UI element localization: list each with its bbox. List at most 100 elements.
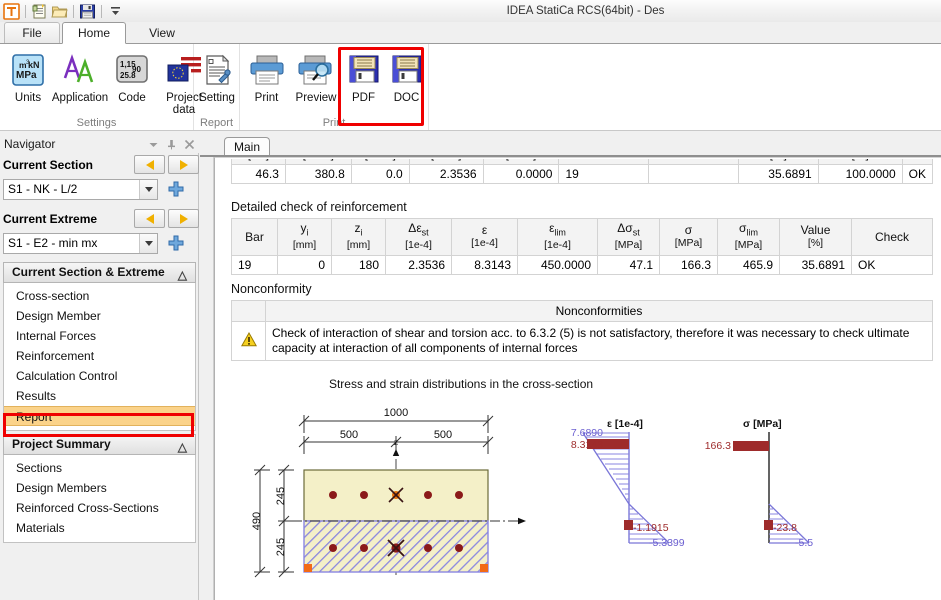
chevron-up-icon[interactable]: △ bbox=[178, 438, 187, 457]
dropdown-icon[interactable] bbox=[148, 139, 159, 150]
sidebar-item-materials[interactable]: Materials bbox=[4, 518, 195, 538]
qat-separator-2 bbox=[73, 5, 74, 18]
ribbon-tab-file[interactable]: File bbox=[4, 22, 60, 44]
summary-cell-9: OK bbox=[902, 165, 932, 184]
ribbon-button-doc[interactable]: DOC bbox=[385, 46, 428, 104]
current-section-select[interactable]: S1 - NK - L/2 bbox=[3, 179, 158, 200]
application-icon bbox=[61, 50, 99, 90]
print-preview-icon bbox=[297, 50, 335, 90]
current-extreme-next-button[interactable] bbox=[168, 209, 199, 228]
ribbon-button-units-label: Units bbox=[15, 92, 41, 104]
cell-sigma-lim: 465.9 bbox=[718, 256, 780, 275]
sidebar-item-report[interactable]: Report bbox=[4, 406, 195, 426]
chevron-down-icon bbox=[145, 241, 153, 246]
col-eps-lim-unit: [1e-4] bbox=[522, 239, 593, 252]
current-extreme-dropdown-arrow[interactable] bbox=[139, 234, 157, 253]
ribbon-button-application[interactable]: Application bbox=[54, 46, 106, 116]
sidebar-item-internal-forces[interactable]: Internal Forces bbox=[4, 326, 195, 346]
current-extreme-prev-button[interactable] bbox=[134, 209, 165, 228]
cell-check: OK bbox=[852, 256, 933, 275]
col-eps-lim-sub: lim bbox=[554, 227, 566, 237]
qat-separator-3 bbox=[101, 5, 102, 18]
strain-value-top-limit: 7.6890 bbox=[571, 427, 603, 439]
navigator-group-1-body: Cross-section Design Member Internal For… bbox=[3, 283, 196, 431]
navigator-title-bar: Navigator bbox=[0, 136, 199, 153]
navigator-group-project-summary-header[interactable]: Project Summary △ bbox=[3, 434, 196, 455]
left-arrow-icon bbox=[146, 214, 154, 224]
sidebar-item-calculation-control[interactable]: Calculation Control bbox=[4, 366, 195, 386]
sidebar-item-cross-section[interactable]: Cross-section bbox=[4, 286, 195, 306]
ribbon-group-report-label: Report bbox=[194, 117, 239, 129]
sidebar-item-sections[interactable]: Sections bbox=[4, 458, 195, 478]
open-project-icon[interactable] bbox=[51, 3, 68, 20]
current-extreme-select[interactable]: S1 - E2 - min mx bbox=[3, 233, 158, 254]
current-section-prev-button[interactable] bbox=[134, 155, 165, 174]
col-delta-sigma-st-sub: st bbox=[633, 227, 640, 237]
summary-cell-3: 2.3536 bbox=[409, 165, 483, 184]
summary-cell-6 bbox=[649, 165, 739, 184]
save-pdf-icon bbox=[347, 50, 381, 90]
tab-main[interactable]: Main bbox=[224, 137, 270, 156]
report-page: [kN] [kNm] [kNm] [1e-4] [1e-4] [%] [%] bbox=[214, 157, 941, 600]
current-section-dropdown-arrow[interactable] bbox=[139, 180, 157, 199]
sidebar-item-design-member[interactable]: Design Member bbox=[4, 306, 195, 326]
app-logo-icon[interactable] bbox=[3, 3, 20, 20]
ribbon-group-print: Print Preview bbox=[240, 44, 429, 131]
ribbon-tab-home[interactable]: Home bbox=[62, 22, 126, 44]
sidebar-item-results[interactable]: Results bbox=[4, 386, 195, 406]
customize-qat-icon[interactable] bbox=[107, 3, 124, 20]
summary-cell-5: 19 bbox=[559, 165, 649, 184]
add-section-button[interactable] bbox=[162, 179, 190, 200]
plus-icon bbox=[167, 235, 185, 253]
current-section-next-button[interactable] bbox=[168, 155, 199, 174]
col-sigma-lim: σlim [MPa] bbox=[718, 219, 780, 256]
add-extreme-button[interactable] bbox=[162, 233, 190, 254]
col-sigma: σ [MPa] bbox=[660, 219, 718, 256]
ribbon-button-units[interactable]: m 3 kN MPa Units bbox=[2, 46, 54, 116]
navigator-group-current-section-extreme-header[interactable]: Current Section & Extreme △ bbox=[3, 262, 196, 283]
col-check-symbol: Check bbox=[875, 230, 909, 244]
pin-icon[interactable] bbox=[166, 139, 177, 150]
current-extreme-header-row: Current Extreme bbox=[3, 208, 196, 232]
dim-width-left: 500 bbox=[340, 429, 358, 441]
report-setting-icon bbox=[200, 50, 234, 90]
sidebar-item-reinforced-cross-sections[interactable]: Reinforced Cross-Sections bbox=[4, 498, 195, 518]
ribbon-button-application-label: Application bbox=[52, 92, 108, 104]
save-project-icon[interactable] bbox=[79, 3, 96, 20]
summary-table: [kN] [kNm] [kNm] [1e-4] [1e-4] [%] [%] bbox=[231, 159, 933, 184]
nonconformity-icon-cell bbox=[232, 322, 266, 361]
chevron-up-icon[interactable]: △ bbox=[178, 266, 187, 285]
table-header-row: Bar yi [mm] zi [mm] Δεst [1e-4] bbox=[232, 219, 933, 256]
stress-diagram: σ [MPa] bbox=[701, 413, 841, 578]
ribbon-button-print[interactable]: Print bbox=[243, 46, 290, 104]
col-eps-symbol: ε bbox=[482, 223, 487, 237]
cell-eps-lim: 450.0000 bbox=[518, 256, 598, 275]
strain-value-bottom-limit: -5.3399 bbox=[649, 537, 685, 549]
detailed-check-table: Bar yi [mm] zi [mm] Δεst [1e-4] bbox=[231, 218, 933, 275]
ribbon: m 3 kN MPa Units bbox=[0, 43, 941, 130]
cell-delta-sigma-st: 47.1 bbox=[598, 256, 660, 275]
qat-separator-1 bbox=[25, 5, 26, 18]
document-left-margin bbox=[206, 157, 214, 600]
ribbon-button-preview[interactable]: Preview bbox=[290, 46, 342, 104]
ribbon-tab-view[interactable]: View bbox=[130, 22, 194, 44]
cell-eps: 8.3143 bbox=[452, 256, 518, 275]
summary-cell-4: 0.0000 bbox=[483, 165, 559, 184]
sidebar-item-design-members[interactable]: Design Members bbox=[4, 478, 195, 498]
col-delta-eps-st-sub: st bbox=[422, 227, 429, 237]
col-zi-unit: [mm] bbox=[336, 239, 381, 252]
ribbon-group-print-label: Print bbox=[240, 117, 428, 129]
ribbon-button-report-setting[interactable]: Setting bbox=[191, 46, 243, 104]
ribbon-button-pdf[interactable]: PDF bbox=[342, 46, 385, 104]
stress-bar-top bbox=[733, 441, 769, 451]
nonconformity-message: Check of interaction of shear and torsio… bbox=[266, 322, 933, 361]
col-sigma-lim-sub: lim bbox=[746, 227, 758, 237]
new-project-icon[interactable] bbox=[31, 3, 48, 20]
printer-icon bbox=[248, 50, 286, 90]
close-icon[interactable] bbox=[184, 139, 195, 150]
col-value: Value [%] bbox=[780, 219, 852, 256]
current-extreme-label: Current Extreme bbox=[3, 212, 97, 226]
sidebar-item-reinforcement[interactable]: Reinforcement bbox=[4, 346, 195, 366]
current-section-value: S1 - NK - L/2 bbox=[8, 182, 77, 196]
ribbon-button-code[interactable]: 1,15 90 25.8 Code bbox=[106, 46, 158, 116]
